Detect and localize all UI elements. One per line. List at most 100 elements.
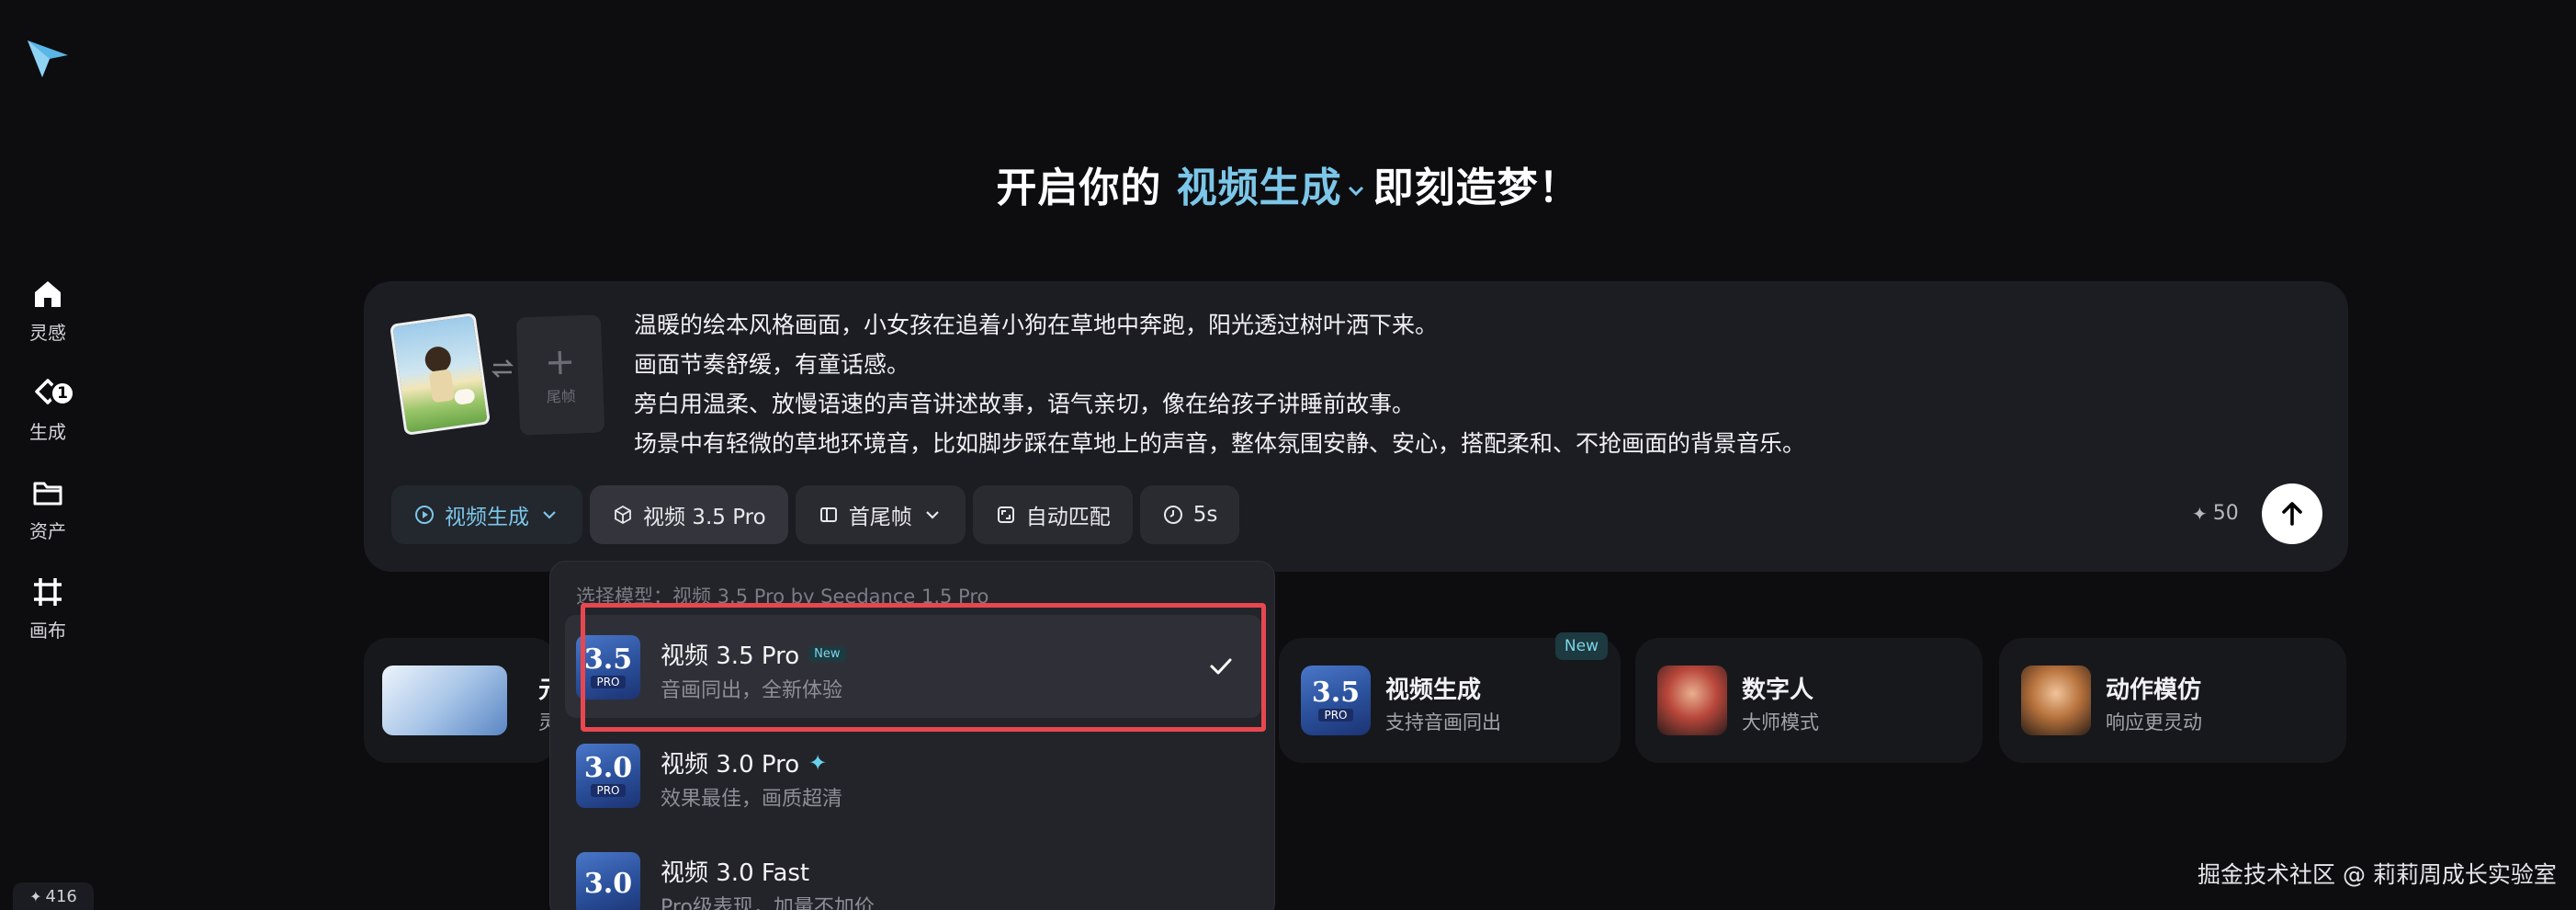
prompt-line: 画面节奏舒缓，有童话感。 (634, 351, 910, 378)
chevron-down-icon (543, 511, 556, 519)
plus-icon: + (543, 340, 577, 384)
prompt-line: 温暖的绘本风格画面，小女孩在追着小狗在草地中奔跑，阳光透过树叶洒下来。 (634, 312, 1439, 338)
feature-title: 数字人 (1742, 677, 1814, 704)
model-description: Pro级表现，加量不加价 (661, 896, 875, 910)
prompt-card: + 尾帧 温暖的绘本风格画面，小女孩在追着小狗在草地中奔跑，阳光透过树叶洒下来。… (364, 281, 2348, 572)
ratio-select-button[interactable]: 自动匹配 (972, 485, 1133, 544)
prompt-line: 旁白用温柔、放慢语速的声音讲述故事，语气亲切，像在给孩子讲睡前故事。 (634, 391, 1416, 417)
duration-label: 5s (1192, 503, 1218, 527)
model-icon: 3.0 PRO (576, 744, 640, 808)
model-title: 视频 3.0 Fast (661, 854, 809, 888)
canvas-icon (34, 578, 62, 606)
thumbnail-body-shape (428, 369, 456, 404)
sparkle-icon: ✦ (29, 887, 42, 905)
sidebar-item-generate[interactable]: 1 生成 (0, 375, 96, 449)
thumbnail-dog-shape (453, 388, 476, 405)
credits-value: 416 (45, 886, 77, 906)
tail-frame-label: 尾帧 (546, 387, 577, 406)
page-title: 开启你的 视频生成 即刻造梦！ (0, 154, 2576, 213)
sidebar-item-label: 灵感 (29, 322, 66, 344)
feature-card-video[interactable]: New 3.5 PRO 视频生成 支持音画同出 (1279, 632, 1621, 763)
model-version: 3.5 (1311, 677, 1361, 709)
pro-badge: PRO (1318, 709, 1353, 722)
model-version: 3.0 (583, 868, 633, 900)
frame-icon (819, 507, 837, 522)
model-label: 视频 3.5 Pro (643, 506, 766, 529)
pro-badge: PRO (591, 676, 626, 688)
sidebar: 灵感 1 生成 资产 画布 ✦ 416 (0, 0, 96, 910)
model-option-3-0-pro[interactable]: 3.0 PRO 视频 3.0 Pro ✦ 效果最佳，画质超清 (565, 723, 1261, 826)
watermark: 掘金技术社区 @ 莉莉周成长实验室 (2198, 861, 2557, 888)
sidebar-item-assets[interactable]: 资产 (0, 474, 96, 548)
model-option-3-5-pro[interactable]: 3.5 PRO 视频 3.5 Pro New 音画同出，全新体验 (565, 615, 1261, 718)
tail-frame-upload[interactable]: + 尾帧 (515, 314, 605, 436)
frames-select-button[interactable]: 首尾帧 (795, 485, 966, 544)
model-description: 音画同出，全新体验 (661, 679, 843, 702)
first-frame-thumbnail[interactable] (389, 313, 491, 436)
feature-subtitle: 大师模式 (1742, 711, 1819, 734)
model-icon: 3.0 (576, 852, 640, 910)
model-version: 3.0 (583, 752, 633, 784)
feature-title: 动作模仿 (2106, 677, 2202, 704)
new-badge: New (808, 646, 846, 662)
prompt-textarea[interactable]: 温暖的绘本风格画面，小女孩在追着小狗在草地中奔跑，阳光透过树叶洒下来。 画面节奏… (634, 305, 2288, 463)
model-option-3-0-fast[interactable]: 3.0 视频 3.0 Fast Pro级表现，加量不加价 (565, 832, 1261, 910)
sidebar-item-canvas[interactable]: 画布 (0, 574, 96, 647)
title-prefix: 开启你的 (996, 165, 1162, 211)
model-name: 视频 3.0 Pro (661, 751, 800, 779)
chevron-down-icon (925, 511, 939, 519)
home-icon (35, 281, 61, 307)
video-model-icon: 3.5 PRO (1301, 665, 1371, 735)
pro-badge: PRO (591, 784, 626, 797)
sidebar-item-label: 画布 (29, 620, 66, 642)
feature-title: 视频生成 (1385, 677, 1482, 704)
title-suffix: 即刻造梦！ (1373, 165, 1580, 211)
clock-icon (1163, 506, 1182, 524)
credits-counter[interactable]: ✦ 416 (13, 882, 94, 910)
sparkle-icon: ✦ (808, 749, 828, 776)
feature-card-digital-human[interactable]: 数字人 大师模式 (1635, 638, 1983, 763)
app-logo-icon[interactable] (24, 35, 72, 81)
frames-label: 首尾帧 (848, 506, 912, 529)
model-name: 视频 3.0 Fast (661, 859, 810, 887)
model-dropdown: 选择模型：视频 3.5 Pro by Seedance 1.5 Pro 3.5 … (549, 561, 1275, 910)
feature-subtitle: 响应更灵动 (2106, 711, 2202, 734)
generation-cost: ✦ 50 (2192, 502, 2239, 525)
feature-card-motion[interactable]: 动作模仿 响应更灵动 (1999, 638, 2346, 763)
cube-icon (615, 506, 631, 524)
sidebar-item-label: 资产 (29, 520, 66, 542)
aspect-ratio-icon (997, 506, 1014, 523)
model-icon: 3.5 PRO (576, 635, 640, 700)
video-play-icon (415, 506, 434, 524)
prompt-line: 场景中有轻微的草地环境音，比如脚步踩在草地上的声音，整体氛围安静、安心，搭配柔和… (634, 430, 1806, 457)
chevron-down-icon (1348, 186, 1363, 197)
folder-icon (33, 482, 62, 506)
send-button[interactable] (2262, 483, 2322, 544)
model-name: 视频 3.5 Pro (661, 643, 800, 670)
mode-select-button[interactable]: 视频生成 (391, 485, 582, 544)
digital-human-avatar (1657, 665, 1727, 735)
model-description: 效果最佳，画质超清 (661, 788, 843, 811)
title-accent: 视频生成 (1176, 165, 1342, 211)
swap-icon[interactable] (489, 355, 516, 382)
model-version: 3.5 (583, 643, 633, 676)
check-icon (1210, 658, 1232, 675)
ratio-label: 自动匹配 (1025, 506, 1111, 529)
mode-switch[interactable]: 视频生成 (1177, 165, 1373, 211)
feature-card-image[interactable]: 元 灵 (364, 638, 562, 763)
notification-badge: 1 (50, 381, 75, 406)
model-title: 视频 3.0 Pro ✦ (661, 745, 827, 779)
new-badge: New (1554, 632, 1608, 660)
arrow-up-icon (2282, 502, 2302, 526)
sidebar-item-label: 生成 (29, 421, 66, 443)
duration-select-button[interactable]: 5s (1139, 485, 1240, 544)
generation-toolbar: 视频生成 视频 3.5 Pro 首尾帧 自动匹配 5s (391, 485, 1240, 544)
cost-value: 50 (2212, 502, 2239, 525)
dropdown-label: 选择模型：视频 3.5 Pro by Seedance 1.5 Pro (576, 586, 989, 608)
sparkle-icon: ✦ (2192, 502, 2208, 525)
model-title: 视频 3.5 Pro New (661, 637, 846, 671)
model-select-button[interactable]: 视频 3.5 Pro (590, 485, 788, 544)
feature-subtitle: 支持音画同出 (1385, 711, 1501, 734)
sidebar-item-inspiration[interactable]: 灵感 (0, 276, 96, 349)
mode-label: 视频生成 (445, 506, 529, 529)
